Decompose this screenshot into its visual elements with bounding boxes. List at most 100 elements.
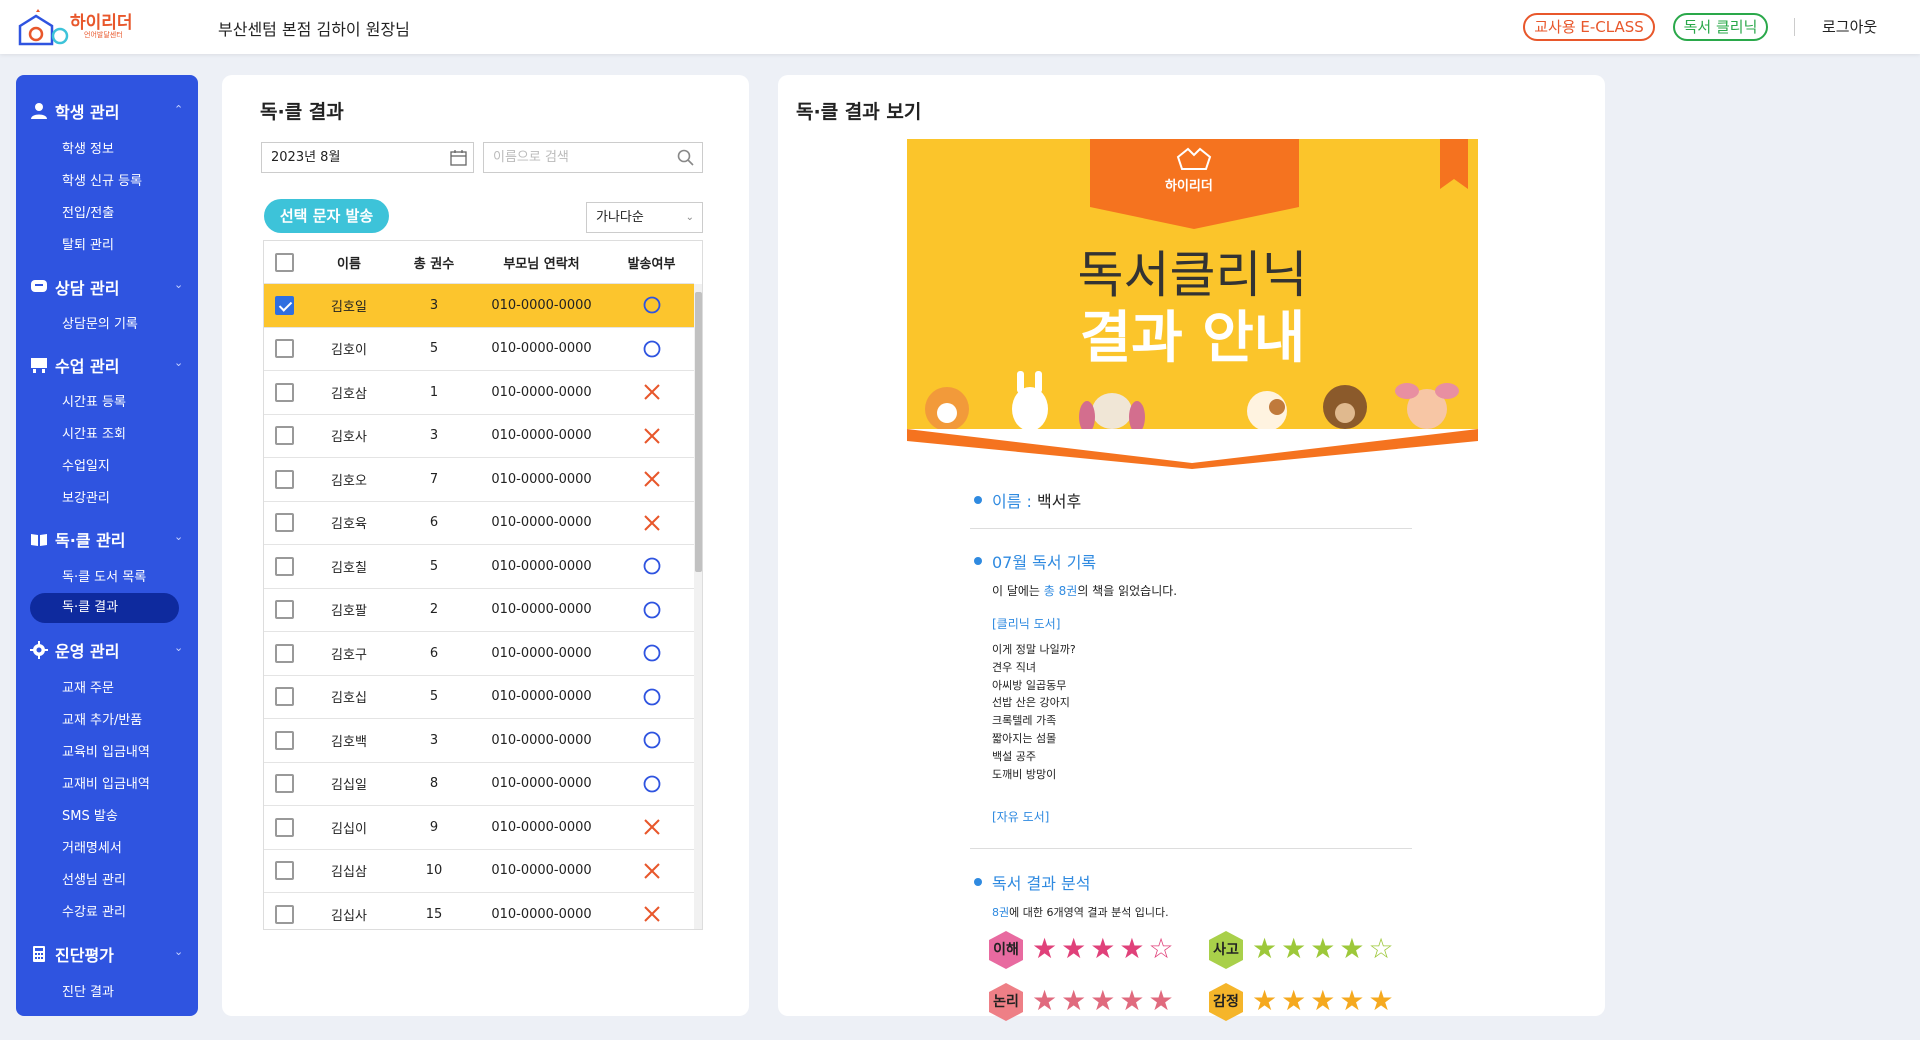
column-header-count: 총 권수 bbox=[413, 256, 455, 272]
sort-select[interactable]: 가나다순 ⌄ bbox=[586, 202, 703, 233]
month-picker[interactable]: 2023년 8월 bbox=[261, 142, 474, 173]
row-checkbox[interactable] bbox=[274, 382, 294, 402]
sidebar-item-reading-books[interactable]: 독·클 도서 목록 bbox=[62, 566, 146, 585]
divider bbox=[970, 528, 1412, 529]
row-checkbox[interactable] bbox=[274, 469, 294, 489]
row-checkbox[interactable] bbox=[274, 904, 294, 924]
sidebar-item-withdrawal[interactable]: 탈퇴 관리 bbox=[62, 234, 114, 253]
filled-star-icon: ★ bbox=[1339, 932, 1369, 965]
sidebar-item-teachers[interactable]: 선생님 관리 bbox=[62, 869, 126, 888]
sidebar-item-student-register[interactable]: 학생 신규 등록 bbox=[62, 170, 142, 189]
table-scrollbar[interactable] bbox=[694, 284, 702, 929]
chat-icon bbox=[31, 280, 47, 292]
sidebar-section-student[interactable]: 학생 관리 bbox=[30, 99, 119, 123]
row-checkbox[interactable] bbox=[274, 426, 294, 446]
row-checkbox[interactable] bbox=[274, 774, 294, 794]
sidebar-item-statement[interactable]: 거래명세서 bbox=[62, 837, 122, 856]
table-row[interactable]: 김십일 8 010-0000-0000 bbox=[264, 763, 694, 806]
send-selected-sms-button[interactable]: 선택 문자 발송 bbox=[264, 199, 389, 233]
row-checkbox[interactable] bbox=[274, 861, 294, 881]
filled-star-icon: ★ bbox=[1368, 984, 1398, 1017]
table-row[interactable]: 김호육 6 010-0000-0000 bbox=[264, 502, 694, 545]
table-header-row: 이름 총 권수 부모님 연락처 발송여부 bbox=[264, 241, 694, 284]
table-row[interactable]: 김호오 7 010-0000-0000 bbox=[264, 458, 694, 502]
table-row[interactable]: 김십이 9 010-0000-0000 bbox=[264, 806, 694, 850]
select-all-checkbox[interactable] bbox=[274, 252, 294, 272]
chevron-down-icon[interactable]: ⌄ bbox=[174, 641, 183, 654]
row-checkbox[interactable] bbox=[274, 817, 294, 837]
sidebar-item-student-info[interactable]: 학생 정보 bbox=[62, 138, 114, 157]
row-checkbox[interactable] bbox=[274, 600, 294, 620]
sidebar-item-reading-results[interactable]: 독·클 결과 bbox=[30, 593, 179, 623]
row-checkbox[interactable] bbox=[274, 556, 294, 576]
row-checkbox[interactable] bbox=[274, 513, 294, 533]
table-row[interactable]: 김호칠 5 010-0000-0000 bbox=[264, 545, 694, 589]
top-header: 하이리더 언어발달센터 부산센텀 본점 김하이 원장님 교사용 E-CLASS … bbox=[0, 0, 1920, 54]
student-name: 김호육 bbox=[331, 517, 367, 533]
clinic-book-list: 이게 정말 나일까? 견우 직녀 아씨방 일곱동무 선밥 산은 강아지 크록텔레 가족 짧… bbox=[992, 641, 1076, 783]
sidebar-item-tuition-deposit[interactable]: 교육비 입금내역 bbox=[62, 741, 150, 760]
row-checkbox[interactable] bbox=[274, 643, 294, 663]
chevron-down-icon[interactable]: ⌄ bbox=[174, 356, 183, 369]
filled-star-icon: ★ bbox=[1032, 984, 1062, 1017]
teacher-eclass-button[interactable]: 교사용 E-CLASS bbox=[1523, 13, 1655, 41]
score-label: 논리 bbox=[993, 994, 1019, 1010]
sidebar: 학생 관리 ⌃ 학생 정보 학생 신규 등록 전입/전출 탈퇴 관리 상담 관리… bbox=[16, 75, 198, 1016]
calculator-icon bbox=[33, 946, 45, 962]
sidebar-item-timetable-register[interactable]: 시간표 등록 bbox=[62, 391, 126, 410]
parent-phone: 010-0000-0000 bbox=[491, 732, 592, 748]
sidebar-item-sms[interactable]: SMS 발송 bbox=[62, 805, 118, 824]
table-row[interactable]: 김호구 6 010-0000-0000 bbox=[264, 632, 694, 676]
sidebar-section-diagnosis[interactable]: 진단평가 bbox=[30, 942, 114, 966]
sidebar-item-fees[interactable]: 수강료 관리 bbox=[62, 901, 126, 920]
sidebar-item-makeup[interactable]: 보강관리 bbox=[62, 487, 110, 506]
table-row[interactable]: 김호사 3 010-0000-0000 bbox=[264, 415, 694, 458]
center-title: 부산센텀 본점 김하이 원장님 bbox=[218, 20, 410, 39]
table-row[interactable]: 김호일 3 010-0000-0000 bbox=[264, 284, 694, 328]
table-row[interactable]: 김호십 5 010-0000-0000 bbox=[264, 676, 694, 719]
sidebar-item-counsel-log[interactable]: 상담문의 기록 bbox=[62, 313, 138, 332]
row-checkbox[interactable] bbox=[274, 730, 294, 750]
scrollbar-thumb[interactable] bbox=[695, 292, 702, 572]
filled-star-icon: ★ bbox=[1281, 984, 1311, 1017]
sidebar-item-timetable-view[interactable]: 시간표 조회 bbox=[62, 423, 126, 442]
reading-clinic-button[interactable]: 독서 클리닉 bbox=[1673, 13, 1768, 41]
chevron-down-icon[interactable]: ⌄ bbox=[174, 945, 183, 958]
sidebar-item-textbook-deposit[interactable]: 교재비 입금내역 bbox=[62, 773, 150, 792]
name-search-input[interactable]: 이름으로 검색 bbox=[483, 142, 703, 173]
row-checkbox[interactable] bbox=[274, 339, 294, 359]
search-icon[interactable] bbox=[677, 149, 694, 166]
chevron-down-icon[interactable]: ⌄ bbox=[174, 530, 183, 543]
sidebar-item-transfer[interactable]: 전입/전출 bbox=[62, 202, 114, 221]
sidebar-item-textbook-order[interactable]: 교재 주문 bbox=[62, 677, 114, 696]
sidebar-section-counsel[interactable]: 상담 관리 bbox=[30, 275, 119, 299]
chevron-up-icon[interactable]: ⌃ bbox=[174, 103, 183, 116]
table-row[interactable]: 김십사 15 010-0000-0000 bbox=[264, 893, 694, 929]
sidebar-section-reading[interactable]: 독·클 관리 bbox=[30, 527, 126, 551]
book-count: 9 bbox=[429, 819, 439, 835]
sidebar-section-class[interactable]: 수업 관리 bbox=[30, 353, 119, 377]
student-name: 김호이 bbox=[331, 343, 367, 359]
sent-status-cell bbox=[609, 850, 694, 893]
filled-star-icon: ★ bbox=[1090, 932, 1120, 965]
clinic-books-label: [클리닉 도서] bbox=[992, 617, 1061, 631]
sidebar-item-class-journal[interactable]: 수업일지 bbox=[62, 455, 110, 474]
sidebar-item-diagnosis-result[interactable]: 진단 결과 bbox=[62, 981, 114, 1000]
table-row[interactable]: 김호백 3 010-0000-0000 bbox=[264, 719, 694, 763]
chevron-down-icon[interactable]: ⌄ bbox=[174, 278, 183, 291]
book-count: 6 bbox=[429, 645, 439, 661]
sidebar-item-textbook-return[interactable]: 교재 추가/반품 bbox=[62, 709, 142, 728]
calendar-icon[interactable] bbox=[450, 149, 467, 166]
sent-status-cell bbox=[609, 763, 694, 806]
table-row[interactable]: 김십삼 10 010-0000-0000 bbox=[264, 850, 694, 893]
row-checkbox[interactable] bbox=[274, 687, 294, 707]
table-row[interactable]: 김호삼 1 010-0000-0000 bbox=[264, 371, 694, 415]
parent-phone: 010-0000-0000 bbox=[491, 384, 592, 400]
parent-phone: 010-0000-0000 bbox=[491, 558, 592, 574]
table-row[interactable]: 김호이 5 010-0000-0000 bbox=[264, 328, 694, 371]
sent-status-cell bbox=[609, 589, 694, 632]
row-checkbox[interactable] bbox=[274, 295, 294, 315]
logout-link[interactable]: 로그아웃 bbox=[1822, 16, 1877, 37]
sidebar-section-operation[interactable]: 운영 관리 bbox=[30, 638, 119, 662]
table-row[interactable]: 김호팔 2 010-0000-0000 bbox=[264, 589, 694, 632]
